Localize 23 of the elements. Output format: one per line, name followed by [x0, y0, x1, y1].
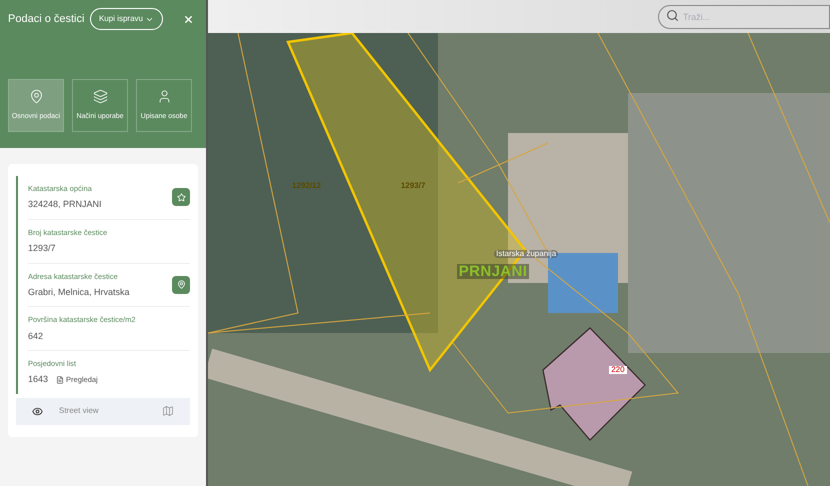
map-pin-icon	[176, 280, 186, 290]
star-icon	[176, 192, 186, 202]
field-value: 1643	[28, 373, 48, 386]
buy-document-button[interactable]: Kupi ispravu	[90, 8, 163, 30]
field-value: 642	[28, 330, 44, 342]
document-icon	[56, 376, 64, 384]
location-button[interactable]	[172, 276, 190, 294]
map-icon	[162, 405, 174, 418]
person-icon	[156, 88, 172, 104]
eye-icon	[32, 406, 43, 417]
map-label: PRNJANI	[456, 264, 530, 280]
street-view-button[interactable]: Street view	[16, 398, 190, 425]
map-pin-icon	[28, 88, 44, 104]
close-icon[interactable]	[183, 14, 194, 24]
layers-icon	[92, 88, 108, 104]
map-label: Istarska županija	[494, 250, 558, 258]
map-label: 1292/12	[292, 182, 321, 190]
field-value: 1293/7	[28, 242, 56, 255]
field-value: Grabri, Melnica, Hrvatska	[28, 286, 130, 299]
map-label: 1293/7	[400, 182, 426, 190]
panel-title: Podaci o čestici	[8, 12, 84, 27]
field-value: 324248, PRNJANI	[28, 198, 102, 212]
favorite-button[interactable]	[172, 188, 190, 206]
